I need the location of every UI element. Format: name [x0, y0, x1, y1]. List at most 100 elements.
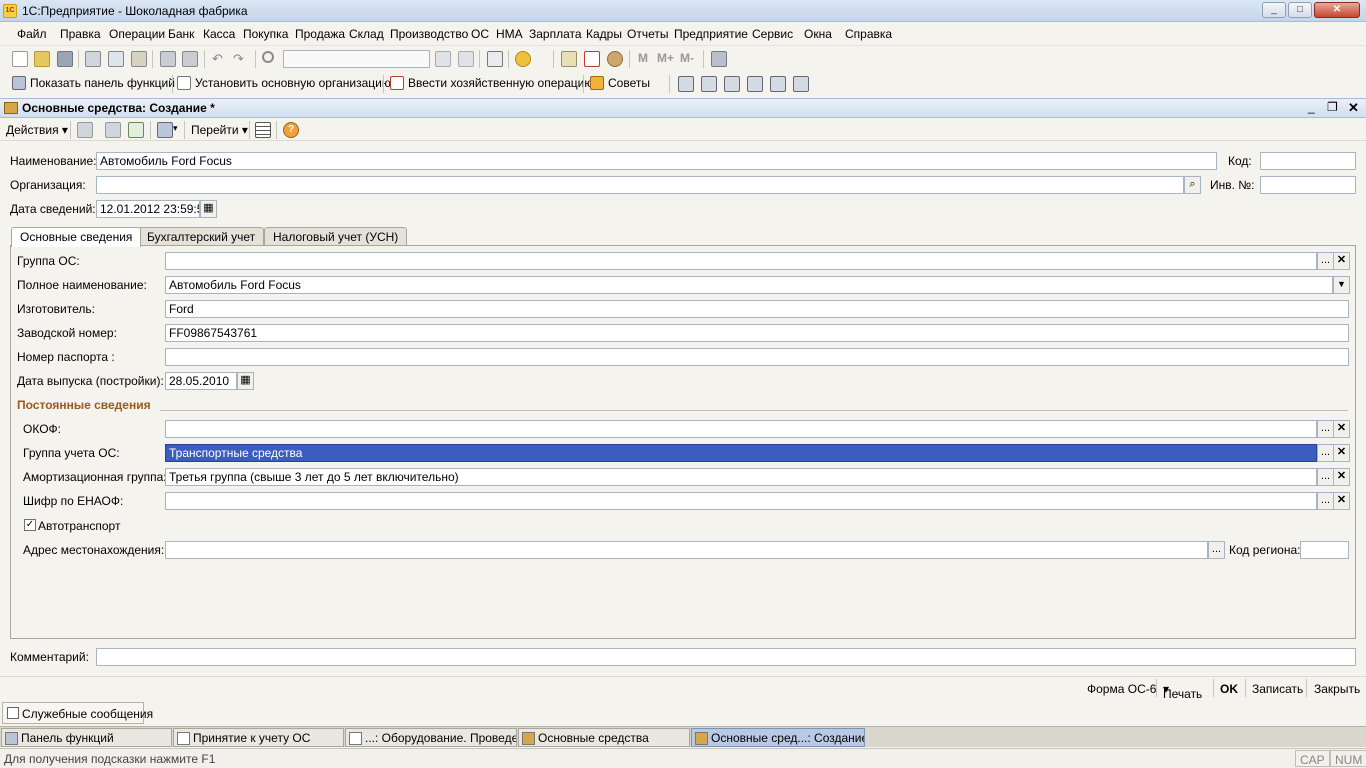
new-icon[interactable]: [12, 51, 28, 67]
save-icon[interactable]: [57, 51, 73, 67]
tab-main-info[interactable]: Основные сведения: [11, 227, 142, 247]
copy-icon[interactable]: [108, 51, 124, 67]
name-field[interactable]: Автомобиль Ford Focus: [96, 152, 1217, 170]
close-button[interactable]: ✕: [1314, 2, 1360, 18]
task-functions-panel[interactable]: Панель функций: [1, 728, 172, 747]
menu-enterprise[interactable]: Предприятие: [674, 27, 748, 41]
os-group-field[interactable]: [165, 252, 1317, 270]
maximize-button[interactable]: □: [1288, 2, 1312, 18]
accounting-group-select-button[interactable]: ...: [1317, 444, 1334, 462]
help-icon[interactable]: ?: [283, 122, 299, 138]
amortization-group-clear-button[interactable]: ✕: [1333, 468, 1350, 486]
windows-icon[interactable]: [487, 51, 503, 67]
inventory-number-field[interactable]: [1260, 176, 1356, 194]
search-combo[interactable]: [283, 50, 430, 68]
enaof-code-field[interactable]: [165, 492, 1317, 510]
close-form-button[interactable]: Закрыть: [1314, 682, 1360, 696]
form-os6-button[interactable]: Форма ОС-6: [1087, 682, 1156, 696]
report-icon-1[interactable]: [678, 76, 694, 92]
open-icon[interactable]: [34, 51, 50, 67]
menu-sales[interactable]: Продажа: [295, 27, 345, 41]
menu-windows[interactable]: Окна: [804, 27, 832, 41]
amortization-group-select-button[interactable]: ...: [1317, 468, 1334, 486]
accounting-group-clear-button[interactable]: ✕: [1333, 444, 1350, 462]
menu-os[interactable]: ОС: [471, 27, 489, 41]
users-icon[interactable]: [607, 51, 623, 67]
code-field[interactable]: [1260, 152, 1356, 170]
report-icon-4[interactable]: [747, 76, 763, 92]
menu-warehouse[interactable]: Склад: [349, 27, 384, 41]
report-icon-2[interactable]: [701, 76, 717, 92]
minimize-button[interactable]: _: [1262, 2, 1286, 18]
vehicle-checkbox[interactable]: ✓: [24, 519, 36, 531]
memory-minus-button[interactable]: M-: [680, 51, 694, 67]
menu-purchase[interactable]: Покупка: [243, 27, 288, 41]
paste-icon[interactable]: [131, 51, 147, 67]
info-icon[interactable]: [515, 51, 531, 67]
task-fixed-assets[interactable]: Основные средства: [518, 728, 690, 747]
service-messages-button[interactable]: Служебные сообщения: [2, 702, 153, 724]
release-date-calendar-icon[interactable]: ▦: [237, 372, 254, 390]
menu-reports[interactable]: Отчеты: [627, 27, 668, 41]
task-equipment[interactable]: ...: Оборудование. Проведе...: [345, 728, 517, 747]
address-select-button[interactable]: ...: [1208, 541, 1225, 559]
based-on-icon[interactable]: [157, 122, 173, 138]
organization-field[interactable]: [96, 176, 1184, 194]
menu-hr[interactable]: Кадры: [586, 27, 622, 41]
tab-tax-usn[interactable]: Налоговый учет (УСН): [264, 227, 408, 246]
full-name-dropdown-icon[interactable]: ▼: [1333, 276, 1350, 294]
region-code-field[interactable]: [1300, 541, 1349, 559]
report-icon-3[interactable]: [724, 76, 740, 92]
menu-salary[interactable]: Зарплата: [529, 27, 582, 41]
passport-number-field[interactable]: [165, 348, 1349, 366]
amortization-group-field[interactable]: Третья группа (свыше 3 лет до 5 лет вклю…: [165, 468, 1317, 486]
os-group-clear-button[interactable]: ✕: [1333, 252, 1350, 270]
enter-operation-button[interactable]: Ввести хозяйственную операцию: [390, 76, 593, 90]
menu-file[interactable]: Файл: [17, 27, 47, 41]
calendar-icon[interactable]: [584, 51, 600, 67]
form-close-button[interactable]: ✕: [1348, 100, 1359, 116]
menu-edit[interactable]: Правка: [60, 27, 101, 41]
address-field[interactable]: [165, 541, 1208, 559]
os-group-select-button[interactable]: ...: [1317, 252, 1334, 270]
okof-clear-button[interactable]: ✕: [1333, 420, 1350, 438]
release-date-field[interactable]: 28.05.2010: [165, 372, 237, 390]
redo-icon[interactable]: ↷: [233, 51, 249, 67]
task-os-acceptance[interactable]: Принятие к учету ОС: [173, 728, 344, 747]
form-restore-button[interactable]: ❐: [1327, 100, 1338, 114]
preview-icon[interactable]: [182, 51, 198, 67]
comment-field[interactable]: [96, 648, 1356, 666]
menu-bank[interactable]: Банк: [168, 27, 194, 41]
structure-icon[interactable]: [255, 122, 271, 138]
save-record-button[interactable]: Записать: [1252, 682, 1303, 696]
menu-operations[interactable]: Операции: [109, 27, 165, 41]
goto-menu[interactable]: Перейти ▾: [191, 123, 248, 137]
print-icon[interactable]: [160, 51, 176, 67]
view-icon[interactable]: [105, 122, 121, 138]
undo-icon[interactable]: ↶: [212, 51, 228, 67]
refresh-icon[interactable]: [128, 122, 144, 138]
enaof-code-clear-button[interactable]: ✕: [1333, 492, 1350, 510]
okof-select-button[interactable]: ...: [1317, 420, 1334, 438]
menu-cash[interactable]: Касса: [203, 27, 235, 41]
memory-plus-button[interactable]: M+: [657, 51, 674, 67]
cut-icon[interactable]: [85, 51, 101, 67]
manufacturer-field[interactable]: Ford: [165, 300, 1349, 318]
tab-accounting[interactable]: Бухгалтерский учет: [138, 227, 265, 246]
tips-button[interactable]: Советы: [590, 76, 650, 90]
based-on-dropdown-icon[interactable]: ▾: [173, 123, 178, 134]
copy-item-icon[interactable]: [77, 122, 93, 138]
calculator-icon[interactable]: [561, 51, 577, 67]
menu-nma[interactable]: НМА: [496, 27, 523, 41]
settings-icon[interactable]: [711, 51, 727, 67]
find-prev-icon[interactable]: [458, 51, 474, 67]
form-minimize-button[interactable]: _: [1308, 100, 1315, 114]
menu-production[interactable]: Производство: [390, 27, 468, 41]
report-icon-5[interactable]: [770, 76, 786, 92]
show-panel-button[interactable]: Показать панель функций: [12, 76, 175, 90]
print-menu[interactable]: Печать ▾: [1163, 682, 1202, 701]
menu-service[interactable]: Сервис: [752, 27, 793, 41]
report-icon-6[interactable]: [793, 76, 809, 92]
enaof-code-select-button[interactable]: ...: [1317, 492, 1334, 510]
okof-field[interactable]: [165, 420, 1317, 438]
